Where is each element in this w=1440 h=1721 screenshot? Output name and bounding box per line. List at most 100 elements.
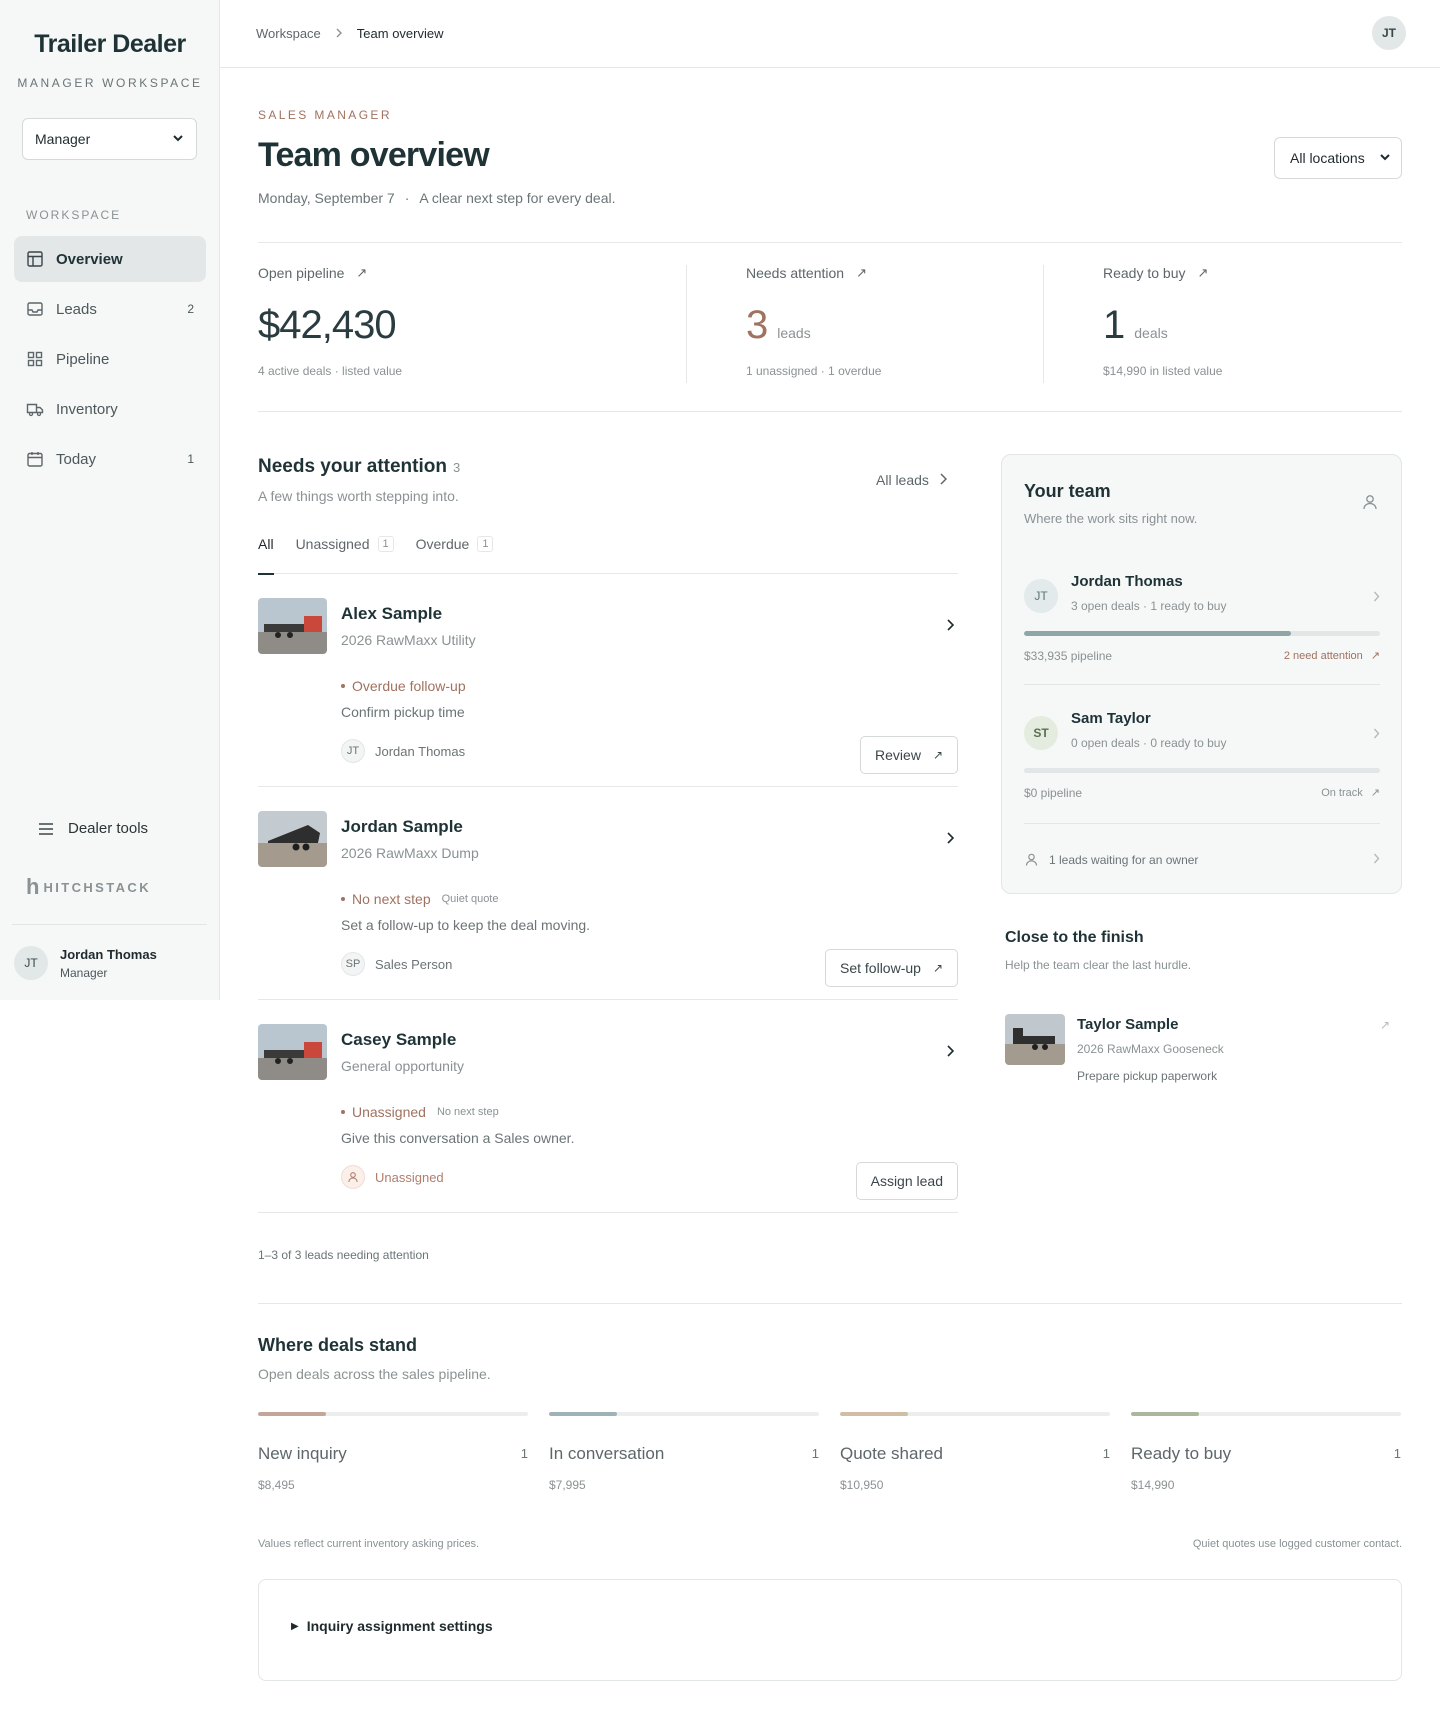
arrow-up-right-icon[interactable]: ↗	[1380, 1018, 1390, 1032]
attention-count: 3	[452, 460, 461, 475]
chevron-down-icon	[1379, 150, 1391, 166]
stat-needs-attention[interactable]: Needs attention ↗ 3 leads 1 unassigned · 1…	[746, 265, 881, 385]
finish-title: Close to the finish	[1005, 929, 1144, 946]
brand-subtitle: MANAGER WORKSPACE	[17, 76, 203, 90]
stage-value: $7,995	[549, 1478, 586, 1492]
arrow-up-right-icon: ↗	[856, 265, 867, 280]
lead-status-text: Unassigned	[352, 1104, 426, 1120]
member-flag[interactable]: On track ↗	[1321, 786, 1380, 800]
deals-title: Where deals stand	[258, 1335, 418, 1355]
avatar[interactable]: JT	[1372, 16, 1406, 50]
all-leads-label: All leads	[876, 472, 929, 488]
stat-number: 1	[1103, 303, 1125, 347]
chevron-right-icon	[1373, 853, 1380, 867]
lead-row[interactable]: Jordan Sample 2026 RawMaxx Dump No next …	[258, 787, 958, 1000]
lead-row[interactable]: Alex Sample 2026 RawMaxx Utility Overdue…	[258, 574, 958, 787]
arrow-up-right-icon: ↗	[356, 265, 368, 280]
sidebar-item-label: Inventory	[56, 400, 118, 418]
person-icon	[341, 1165, 365, 1189]
sidebar-item-label: Pipeline	[56, 350, 110, 368]
page-tagline: A clear next step for every deal.	[419, 190, 616, 206]
location-select-value: All locations	[1290, 150, 1365, 166]
member-pipeline: $0 pipeline	[1024, 786, 1083, 800]
arrow-up-right-icon: ↗	[932, 961, 943, 975]
chevron-down-icon	[172, 131, 184, 147]
tab-label: Unassigned	[295, 536, 370, 552]
lead-owner: SP Sales Person	[341, 952, 452, 976]
user-role: Manager	[60, 965, 108, 980]
chevron-right-icon[interactable]	[946, 831, 955, 849]
member-name: Sam Taylor	[1071, 710, 1151, 727]
chevron-right-icon	[939, 472, 947, 488]
dealer-tools-button[interactable]: Dealer tools	[38, 820, 148, 837]
assignment-settings-label: Inquiry assignment settings	[306, 1618, 493, 1634]
team-divider	[1024, 823, 1380, 824]
arrow-up-right-icon: ↗	[1370, 650, 1380, 662]
finish-item-model: 2026 RawMaxx Gooseneck	[1077, 1042, 1224, 1056]
breadcrumb-workspace[interactable]: Workspace	[256, 26, 321, 41]
team-subtitle: Where the work sits right now.	[1024, 511, 1198, 526]
sidebar-item-today[interactable]: Today 1	[14, 436, 206, 482]
waiting-owner-link[interactable]: 1 leads waiting for an owner	[1024, 852, 1380, 867]
arrow-up-right-icon: ↗	[1197, 265, 1209, 280]
breadcrumb: Workspace Team overview	[256, 26, 444, 41]
status-dot	[341, 1110, 345, 1114]
lead-note: Set a follow-up to keep the deal moving.	[341, 917, 591, 933]
stat-ready-to-buy[interactable]: Ready to buy ↗ 1 deals $14,990 in listed v…	[1103, 265, 1222, 385]
attention-title: Needs your attention 3	[258, 456, 460, 478]
set-follow-up-button[interactable]: Set follow-up ↗	[825, 949, 958, 987]
member-flag[interactable]: 2 need attention ↗	[1284, 649, 1380, 663]
member-progress-bar	[1024, 768, 1380, 773]
lead-row[interactable]: Casey Sample General opportunity Unassig…	[258, 1000, 958, 1213]
section-divider	[258, 1303, 1402, 1304]
sidebar-item-pipeline[interactable]: Pipeline	[14, 336, 206, 382]
chevron-right-icon[interactable]	[946, 1044, 955, 1062]
member-summary: 3 open deals · 1 ready to buy	[1071, 599, 1227, 613]
assign-lead-button[interactable]: Assign lead	[855, 1162, 958, 1200]
assignment-settings-toggle[interactable]: ▶ Inquiry assignment settings	[291, 1618, 493, 1634]
tab-all[interactable]: All	[258, 536, 274, 575]
location-select[interactable]: All locations	[1274, 137, 1402, 179]
truck-icon	[26, 400, 44, 418]
separator-dot: ·	[404, 190, 410, 206]
breadcrumb-current: Team overview	[356, 26, 444, 41]
lead-note: Give this conversation a Sales owner.	[341, 1130, 575, 1146]
stage-ready-to-buy[interactable]: Ready to buy 1 $14,990	[1131, 1412, 1401, 1492]
stage-label: In conversation	[549, 1444, 665, 1463]
stage-count: 1	[1393, 1446, 1401, 1461]
stage-new-inquiry[interactable]: New inquiry 1 $8,495	[258, 1412, 528, 1492]
button-label: Set follow-up	[840, 960, 921, 976]
page-eyebrow: SALES MANAGER	[258, 108, 392, 122]
avatar: JT	[14, 946, 48, 980]
lead-owner-name: Jordan Thomas	[375, 743, 466, 759]
stat-divider	[686, 265, 687, 383]
review-button[interactable]: Review ↗	[860, 736, 958, 774]
finish-item[interactable]: Taylor Sample 2026 RawMaxx Gooseneck Pre…	[1005, 1014, 1402, 1084]
attention-subtitle: A few things worth stepping into.	[258, 488, 459, 504]
inbox-icon	[26, 300, 44, 318]
stat-foot: 1 unassigned · 1 overdue	[746, 364, 882, 378]
tab-overdue[interactable]: Overdue 1	[416, 536, 494, 574]
sidebar-item-leads[interactable]: Leads 2	[14, 286, 206, 332]
stage-in-conversation[interactable]: In conversation 1 $7,995	[549, 1412, 819, 1492]
sidebar-divider	[12, 924, 207, 925]
quiet-quotes-note: Quiet quotes use logged customer contact…	[1192, 1538, 1402, 1550]
stat-unit: deals	[1134, 325, 1168, 341]
stat-unit: leads	[777, 325, 811, 341]
tab-unassigned[interactable]: Unassigned 1	[296, 536, 394, 574]
stage-quote-shared[interactable]: Quote shared 1 $10,950	[840, 1412, 1110, 1492]
stage-value: $8,495	[258, 1478, 295, 1492]
all-leads-link[interactable]: All leads	[876, 472, 947, 488]
sidebar-user[interactable]: JT Jordan Thomas Manager	[14, 946, 157, 980]
stage-bar	[549, 1412, 819, 1416]
chevron-right-icon[interactable]	[946, 618, 955, 636]
brand-title: Trailer Dealer	[34, 30, 186, 58]
lead-tag: No next step	[436, 1106, 499, 1118]
role-select[interactable]: Manager	[22, 118, 197, 160]
sidebar-item-inventory[interactable]: Inventory	[14, 386, 206, 432]
sidebar-item-overview[interactable]: Overview	[14, 236, 206, 282]
stat-open-pipeline[interactable]: Open pipeline ↗ $42,430 4 active deals · …	[258, 265, 402, 385]
chevron-right-icon	[335, 26, 343, 41]
lead-owner: Unassigned	[341, 1165, 444, 1189]
sidebar-nav: Overview Leads 2 Pipeline Inventory Toda…	[14, 236, 206, 486]
